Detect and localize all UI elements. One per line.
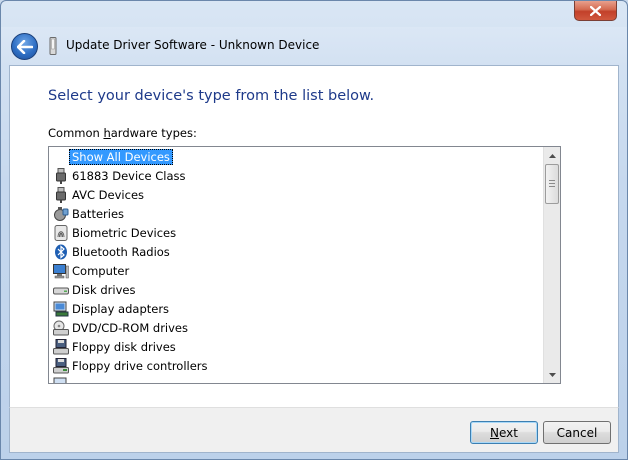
button-bar: Next Cancel: [9, 407, 619, 453]
page-heading: Select your device's type from the list …: [48, 88, 375, 104]
list-item-display-adapters[interactable]: Display adapters: [49, 299, 545, 318]
list-item-label: Show All Devices: [69, 148, 173, 165]
battery-icon: [53, 206, 69, 222]
list-item-batteries[interactable]: Batteries: [49, 204, 545, 223]
list-scrollbar[interactable]: [543, 147, 560, 383]
usb-plug-icon: [53, 167, 69, 184]
hardware-type-list[interactable]: Show All Devices 61883 Device Class AVC …: [48, 146, 561, 384]
computer-icon: [53, 263, 69, 279]
content-panel: Select your device's type from the list …: [9, 65, 619, 407]
list-item-label: Batteries: [72, 206, 125, 221]
back-arrow-icon: [16, 39, 33, 54]
list-item-floppy-drive-controllers[interactable]: Floppy drive controllers: [49, 356, 545, 375]
list-item-partial[interactable]: [49, 375, 545, 383]
list-label-prefix: Common: [48, 126, 104, 140]
list-item-label: Floppy disk drives: [72, 339, 176, 354]
list-item-label: Disk drives: [72, 282, 136, 297]
list-item-bluetooth-radios[interactable]: Bluetooth Radios: [49, 242, 545, 261]
list-label: Common hardware types:: [48, 126, 197, 140]
device-icon: [49, 37, 57, 55]
chevron-down-icon: [548, 372, 556, 377]
list-item-label: 61883 Device Class: [72, 168, 186, 183]
bluetooth-icon: [53, 244, 69, 260]
floppy-drive-icon: [53, 338, 69, 355]
list-item-label: AVC Devices: [72, 187, 145, 202]
list-item-61883-device-class[interactable]: 61883 Device Class: [49, 166, 545, 185]
dvd-drive-icon: [53, 320, 69, 336]
next-mnemonic: N: [490, 425, 499, 440]
next-button[interactable]: Next: [470, 421, 538, 444]
list-item-disk-drives[interactable]: Disk drives: [49, 280, 545, 299]
usb-plug-icon: [53, 186, 69, 203]
list-item-label: Floppy drive controllers: [72, 358, 208, 373]
list-item-label: Bluetooth Radios: [72, 244, 170, 259]
list-item-dvd-cd-rom-drives[interactable]: DVD/CD-ROM drives: [49, 318, 545, 337]
list-item-computer[interactable]: Computer: [49, 261, 545, 280]
cancel-button[interactable]: Cancel: [543, 421, 611, 444]
list-item-biometric-devices[interactable]: Biometric Devices: [49, 223, 545, 242]
close-icon: [590, 5, 601, 16]
list-item-label: Display adapters: [72, 301, 170, 316]
scroll-thumb[interactable]: [545, 164, 559, 204]
window-title: Update Driver Software - Unknown Device: [66, 38, 320, 52]
floppy-controller-icon: [53, 357, 69, 374]
list-item-label: Biometric Devices: [72, 225, 177, 240]
hardware-type-items: Show All Devices 61883 Device Class AVC …: [49, 147, 545, 383]
back-button[interactable]: [11, 33, 38, 60]
list-label-suffix: ardware types:: [110, 126, 197, 140]
chevron-up-icon: [548, 153, 556, 158]
disk-drive-icon: [53, 282, 69, 298]
device-icon: [53, 377, 69, 383]
list-label-mnemonic: h: [103, 126, 111, 140]
scroll-up-button[interactable]: [544, 147, 560, 164]
scroll-down-button[interactable]: [544, 366, 560, 383]
next-label-rest: ext: [499, 425, 518, 440]
display-adapter-icon: [53, 301, 69, 317]
list-item-floppy-disk-drives[interactable]: Floppy disk drives: [49, 337, 545, 356]
grip-icon: [549, 179, 555, 189]
list-item-label: Computer: [72, 263, 130, 278]
list-item-show-all-devices[interactable]: Show All Devices: [49, 147, 545, 166]
close-button[interactable]: [574, 1, 617, 21]
dialog-window: Update Driver Software - Unknown Device …: [0, 0, 628, 460]
list-item-label: DVD/CD-ROM drives: [72, 320, 188, 335]
list-item-avc-devices[interactable]: AVC Devices: [49, 185, 545, 204]
fingerprint-icon: [53, 224, 69, 241]
